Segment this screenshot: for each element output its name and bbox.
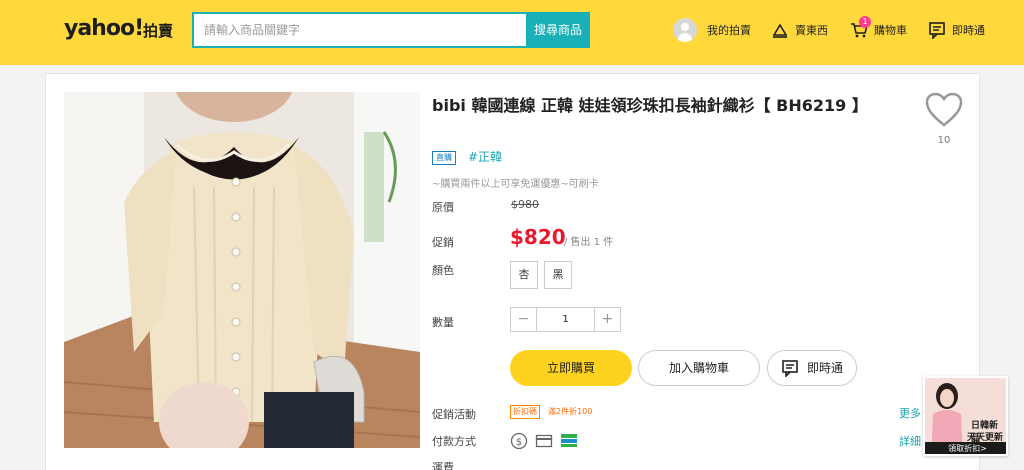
avatar-icon: [673, 18, 697, 42]
svg-text:$: $: [516, 437, 522, 448]
color-option-black[interactable]: 黑: [544, 261, 572, 289]
ad-claim-discount[interactable]: 領取折扣>: [925, 442, 1006, 454]
header-bar: yahoo! 拍賣 請輸入商品關鍵字 搜尋商品 我的拍賣 賣東西 1 購物車 即…: [0, 0, 1024, 65]
discount-code-tag: 折扣碼: [510, 405, 540, 419]
color-label: 顏色: [432, 264, 454, 277]
sale-price: $820: [510, 225, 566, 249]
chat-icon: [929, 22, 945, 39]
detail-link[interactable]: 詳細: [899, 433, 921, 449]
nav-my-auction[interactable]: 我的拍賣: [673, 18, 751, 42]
cart-icon-wrap: 1: [850, 16, 871, 39]
direct-buy-tag: 直購: [432, 151, 456, 165]
nav-chat-label: 即時通: [952, 24, 985, 37]
favorite-count: 10: [937, 135, 951, 146]
search-input[interactable]: 請輸入商品關鍵字: [192, 12, 526, 48]
floating-ad-banner[interactable]: 日韓新品 天天更新 領取折扣>: [923, 376, 1008, 456]
add-to-cart-button[interactable]: 加入購物車: [638, 350, 760, 386]
auction-logo-text[interactable]: 拍賣: [143, 20, 173, 41]
activity-detail: 滿2件折100: [548, 407, 593, 416]
quantity-label: 數量: [432, 316, 454, 329]
credit-card-icon: [535, 434, 553, 448]
buy-now-button[interactable]: 立即購買: [510, 350, 632, 386]
cart-count-badge: 1: [859, 16, 871, 28]
quantity-input[interactable]: 1: [536, 308, 595, 331]
original-price: $980: [511, 198, 539, 211]
product-title: bibi 韓國連線 正韓 娃娃領珍珠扣長袖針織衫【 BH6219 】: [432, 96, 868, 115]
product-photo-illustration: [64, 92, 420, 448]
chat-button[interactable]: 即時通: [767, 350, 857, 386]
nav-cart[interactable]: 1 購物車: [850, 16, 907, 42]
cash-payment-icon: $: [510, 432, 528, 450]
sold-count: / 售出 1 件: [564, 237, 614, 248]
more-link[interactable]: 更多: [899, 405, 921, 421]
chat-icon: [782, 360, 798, 377]
activity-label: 促銷活動: [432, 408, 476, 421]
color-option-apricot[interactable]: 杏: [510, 261, 538, 289]
familymart-icon: [561, 434, 577, 447]
chat-button-label: 即時通: [806, 361, 843, 375]
favorite-heart-icon[interactable]: [925, 92, 963, 128]
search-button[interactable]: 搜尋商品: [526, 12, 590, 48]
payment-label: 付款方式: [432, 435, 476, 448]
nav-my-auction-label: 我的拍賣: [707, 24, 751, 37]
sale-label: 促銷: [432, 236, 454, 249]
quantity-increase-button[interactable]: +: [595, 308, 620, 331]
product-image[interactable]: [64, 92, 420, 448]
promo-text: ~購買兩件以上可享免運優惠~可刷卡: [432, 179, 599, 190]
nav-sell-label: 賣東西: [795, 24, 828, 37]
nav-chat[interactable]: 即時通: [928, 18, 985, 42]
original-price-label: 原價: [432, 201, 454, 214]
sell-icon: [772, 23, 788, 38]
hashtag-link[interactable]: #正韓: [468, 148, 502, 165]
quantity-stepper: − 1 +: [510, 307, 621, 332]
shipping-label: 運費: [432, 461, 454, 470]
quantity-decrease-button[interactable]: −: [511, 308, 536, 331]
yahoo-logo[interactable]: yahoo!: [64, 16, 144, 41]
nav-cart-label: 購物車: [874, 24, 907, 37]
nav-sell[interactable]: 賣東西: [771, 18, 828, 42]
